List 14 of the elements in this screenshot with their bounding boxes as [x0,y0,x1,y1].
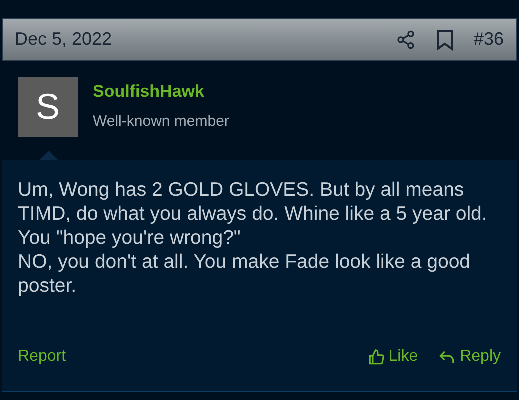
avatar[interactable]: S [18,77,78,137]
message-text: NO, you don't at all. You make Fade look like a good poster. [18,250,472,298]
share-icon[interactable] [396,30,416,50]
reply-button[interactable]: Reply [438,345,501,369]
user-title: Well-known member [93,112,230,132]
thumbs-up-icon [368,348,385,366]
message-text: Um, Wong has 2 GOLD GLOVES. But by all means TIMD, do what you always do. Whine like a 5 year old. You "hope you're wrong?" [18,178,488,250]
username[interactable]: SoulfishHawk [93,79,230,104]
reply-arrow-icon [438,348,456,366]
post-date: Dec 5, 2022 [15,28,112,51]
post-number[interactable]: #36 [474,26,504,53]
like-button[interactable]: Like [368,345,418,369]
bookmark-icon[interactable] [436,28,454,50]
report-link[interactable]: Report [18,345,66,369]
